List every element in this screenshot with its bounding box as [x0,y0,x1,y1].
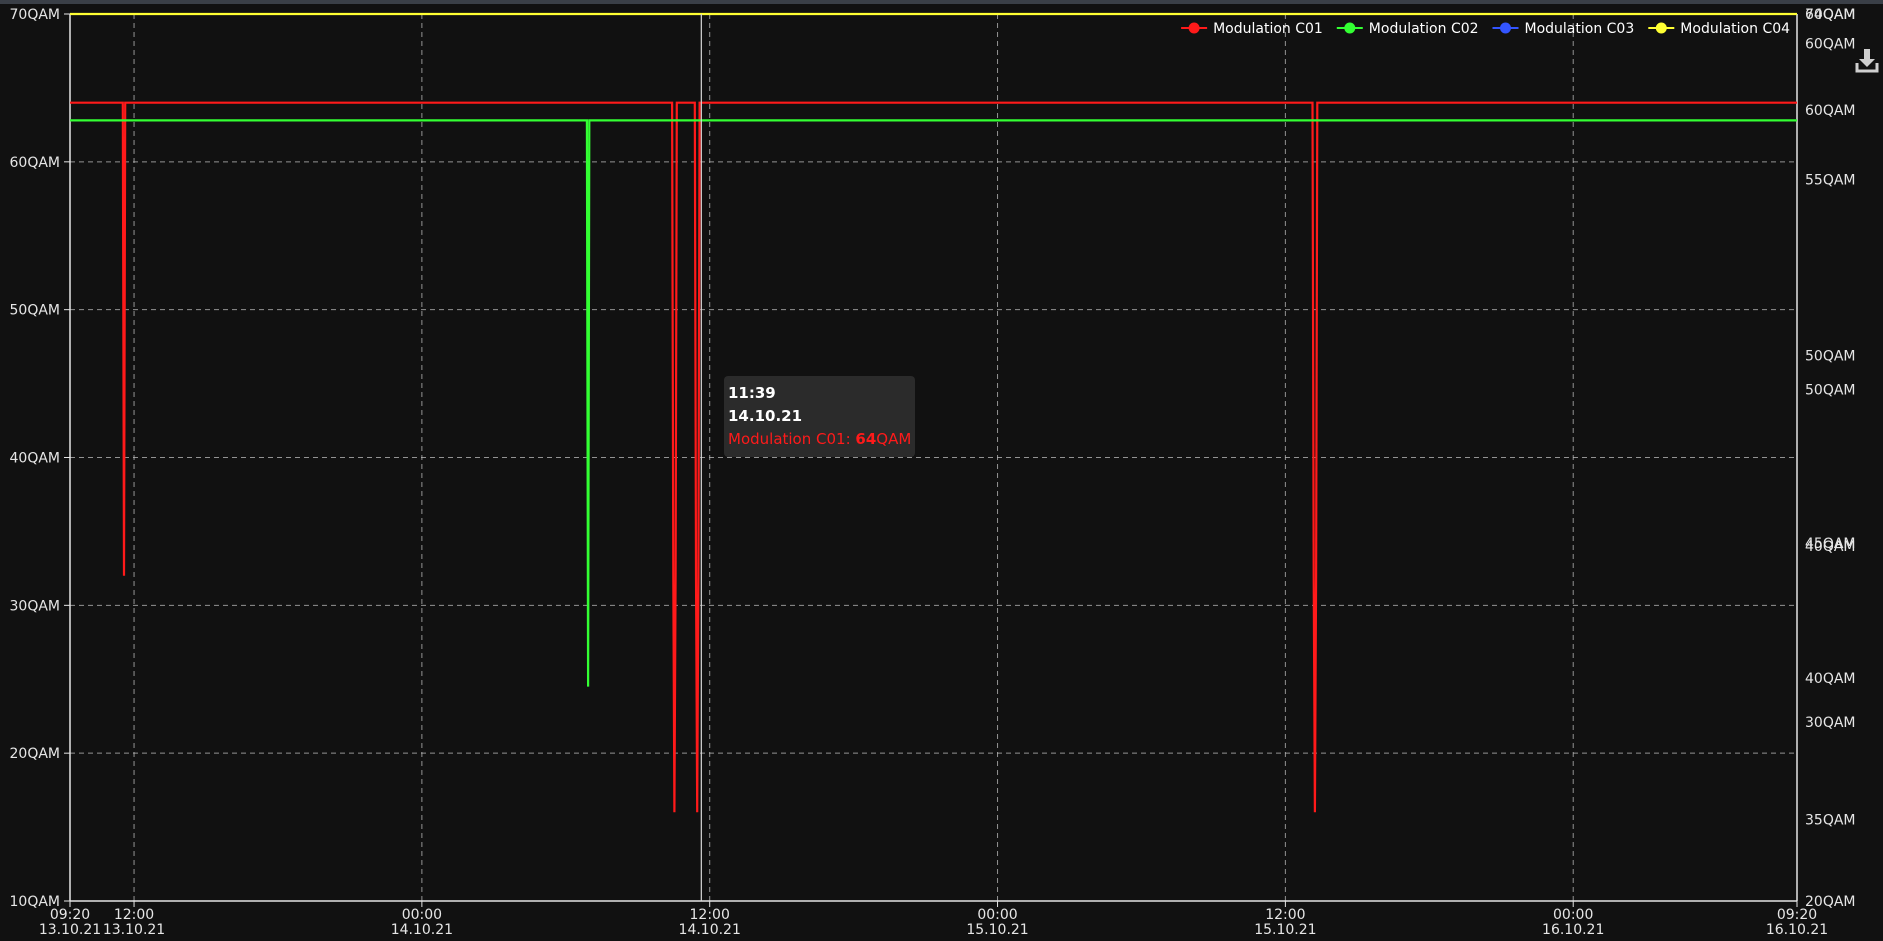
legend-marker [1188,22,1200,34]
x-tick-date-label: 16.10.21 [1766,922,1828,938]
series-lines [70,12,1797,813]
x-tick-date-label: 15.10.21 [966,922,1028,938]
y-right-tick-label: 60QAM [1805,37,1856,53]
legend-marker [1500,22,1511,34]
series-line-modulation-c02 [70,119,1797,687]
y-right-tick-label: 50QAM [1805,348,1856,364]
legend: Modulation C01 Modulation C02 Modulation C… [1181,21,1790,37]
tooltip-unit: QAM [876,430,912,448]
y-right-tick-label: 30QAM [1805,715,1856,731]
legend-marker [1655,22,1667,34]
tooltip-series-name: Modulation C01: [728,430,856,448]
axes [64,13,1798,907]
legend-item[interactable]: Modulation C03 [1492,21,1635,37]
y-left-tick-label: 40QAM [10,451,61,467]
modulation-chart[interactable]: 10QAM20QAM30QAM40QAM50QAM60QAM70QAM 20QA… [0,0,1883,941]
y-axis-left-labels: 10QAM20QAM30QAM40QAM50QAM60QAM70QAM [10,7,61,910]
legend-label: Modulation C01 [1213,21,1323,37]
legend-item[interactable]: Modulation C01 [1181,21,1323,37]
chart-panel: 10QAM 20QAM 30QAM 40QAM 50QAM 60QAM 70QAM 20QA… [0,0,1883,941]
x-tick-time-label: 12:00 [1265,907,1305,923]
x-tick-time-label: 00:00 [1553,907,1593,923]
download-icon [1855,49,1879,73]
download-button[interactable] [1855,48,1879,74]
tooltip-date: 14.10.21 [728,407,803,425]
y-left-tick-label: 50QAM [10,303,61,319]
y-left-tick-label: 60QAM [10,155,61,171]
y-right-tick-label: 70QAM [1805,7,1856,23]
y-right-tick-label: 40QAM [1805,539,1856,555]
x-tick-time-label: 12:00 [114,907,154,923]
legend-label: Modulation C02 [1369,21,1479,37]
legend-item[interactable]: Modulation C02 [1336,21,1479,37]
x-tick-date-label: 13.10.21 [39,922,101,938]
x-tick-date-label: 14.10.21 [679,922,741,938]
y-right-tick-label: 35QAM [1805,813,1856,829]
tooltip-time: 11:39 [728,384,776,402]
x-tick-date-label: 13.10.21 [103,922,165,938]
hover-tooltip: 11:39 14.10.21 Modulation C01: 64QAM [724,376,916,457]
legend-item[interactable]: Modulation C04 [1648,21,1790,37]
x-tick-time-label: 12:00 [690,907,730,923]
legend-label: Modulation C04 [1680,21,1790,37]
legend-marker [1344,22,1356,34]
x-tick-date-label: 16.10.21 [1542,922,1604,938]
y-axis-right-labels: 20QAM35QAM30QAM40QAM45QAM40QAM50QAM50QAM… [1805,7,1856,910]
x-tick-time-label: 00:00 [402,907,442,923]
x-tick-date-label: 14.10.21 [391,922,453,938]
x-tick-time-label: 09:20 [50,907,90,923]
y-right-tick-label: 40QAM [1805,671,1856,687]
y-left-tick-label: 70QAM [10,7,61,23]
y-right-tick-label: 55QAM [1805,173,1856,189]
y-right-tick-label: 60QAM [1805,103,1856,119]
tooltip-value-row: Modulation C01: 64QAM [728,428,911,451]
grid-lines [70,14,1797,901]
x-axis-labels: 09:2013.10.2112:0013.10.2100:0014.10.211… [39,907,1828,938]
x-tick-time-label: 09:20 [1777,907,1817,923]
x-tick-time-label: 00:00 [977,907,1017,923]
tooltip-value: 64 [855,430,877,448]
y-right-tick-label: 50QAM [1805,382,1856,398]
y-left-tick-label: 30QAM [10,598,61,614]
legend-label: Modulation C03 [1525,21,1635,37]
x-tick-date-label: 15.10.21 [1254,922,1316,938]
y-left-tick-label: 20QAM [10,746,61,762]
